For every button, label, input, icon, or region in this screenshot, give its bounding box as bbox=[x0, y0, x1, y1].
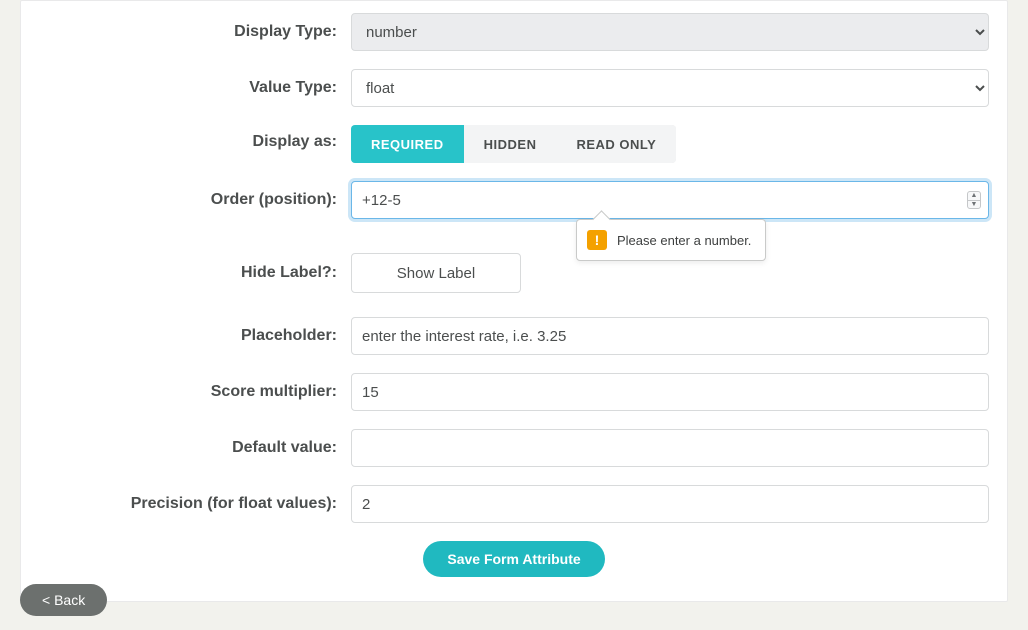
field-score-multiplier bbox=[351, 373, 989, 411]
page: Display Type: number Value Type: float D… bbox=[0, 0, 1028, 630]
spin-down-icon[interactable]: ▼ bbox=[968, 201, 980, 209]
field-default-value bbox=[351, 429, 989, 467]
validation-tooltip: ! Please enter a number. bbox=[576, 219, 766, 261]
field-display-as: REQUIRED HIDDEN READ ONLY bbox=[351, 125, 989, 163]
back-button[interactable]: < Back bbox=[20, 584, 107, 616]
row-order: Order (position): ▲ ▼ ! Please enter a n… bbox=[21, 181, 1007, 219]
row-hide-label: Hide Label?: Show Label bbox=[21, 253, 1007, 293]
display-type-select[interactable]: number bbox=[351, 13, 989, 51]
label-default-value: Default value: bbox=[39, 439, 351, 457]
label-placeholder: Placeholder: bbox=[39, 327, 351, 345]
display-as-hidden[interactable]: HIDDEN bbox=[464, 125, 557, 163]
save-row: Save Form Attribute bbox=[21, 541, 1007, 577]
field-display-type: number bbox=[351, 13, 989, 51]
row-default-value: Default value: bbox=[21, 429, 1007, 467]
field-order: ▲ ▼ bbox=[351, 181, 989, 219]
label-value-type: Value Type: bbox=[39, 79, 351, 97]
label-precision: Precision (for float values): bbox=[39, 495, 351, 513]
default-value-input[interactable] bbox=[351, 429, 989, 467]
form: Display Type: number Value Type: float D… bbox=[21, 1, 1007, 577]
spin-up-icon[interactable]: ▲ bbox=[968, 192, 980, 201]
score-multiplier-input[interactable] bbox=[351, 373, 989, 411]
row-placeholder: Placeholder: bbox=[21, 317, 1007, 355]
row-precision: Precision (for float values): bbox=[21, 485, 1007, 523]
row-display-as: Display as: REQUIRED HIDDEN READ ONLY bbox=[21, 125, 1007, 163]
label-score-multiplier: Score multiplier: bbox=[39, 383, 351, 401]
label-hide-label: Hide Label?: bbox=[39, 264, 351, 282]
order-spinner: ▲ ▼ bbox=[967, 191, 981, 209]
row-value-type: Value Type: float bbox=[21, 69, 1007, 107]
display-as-toggle: REQUIRED HIDDEN READ ONLY bbox=[351, 125, 676, 163]
precision-input[interactable] bbox=[351, 485, 989, 523]
order-input[interactable] bbox=[351, 181, 989, 219]
show-label-button[interactable]: Show Label bbox=[351, 253, 521, 293]
row-display-type: Display Type: number bbox=[21, 13, 1007, 51]
label-order: Order (position): bbox=[39, 191, 351, 209]
warning-icon: ! bbox=[587, 230, 607, 250]
form-card: Display Type: number Value Type: float D… bbox=[20, 0, 1008, 602]
row-score-multiplier: Score multiplier: bbox=[21, 373, 1007, 411]
label-display-type: Display Type: bbox=[39, 23, 351, 41]
label-display-as: Display as: bbox=[39, 125, 351, 151]
value-type-select[interactable]: float bbox=[351, 69, 989, 107]
field-value-type: float bbox=[351, 69, 989, 107]
validation-message: Please enter a number. bbox=[617, 233, 751, 248]
field-placeholder bbox=[351, 317, 989, 355]
display-as-required[interactable]: REQUIRED bbox=[351, 125, 464, 163]
save-form-attribute-button[interactable]: Save Form Attribute bbox=[423, 541, 604, 577]
field-precision bbox=[351, 485, 989, 523]
placeholder-input[interactable] bbox=[351, 317, 989, 355]
display-as-read-only[interactable]: READ ONLY bbox=[556, 125, 676, 163]
